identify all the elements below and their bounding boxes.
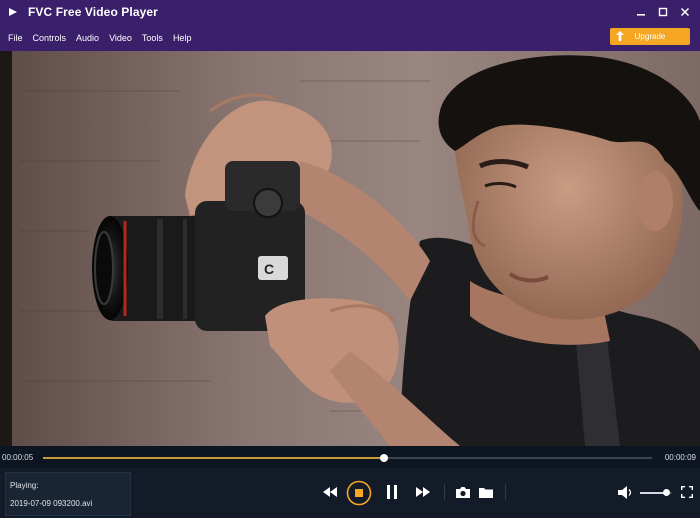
svg-text:C: C [264,261,274,277]
rewind-icon[interactable] [322,484,338,500]
control-bar: Playing: 2019-07-09 093200.avi [0,468,700,518]
upgrade-arrow-icon [616,31,624,43]
fullscreen-icon[interactable] [680,484,694,500]
seek-bar: 00:00:05 00:00:09 [0,446,700,468]
app-logo-icon [6,5,20,19]
total-time: 00:00:09 [664,453,696,462]
menu-file[interactable]: File [6,33,25,43]
maximize-icon[interactable] [652,0,674,24]
playing-label: Playing: [10,481,39,490]
current-time: 00:00:05 [2,453,34,462]
upgrade-label: Upgrade [634,32,666,41]
open-folder-icon[interactable] [477,483,495,501]
menu-controls[interactable]: Controls [31,33,69,43]
fast-forward-icon[interactable] [415,484,431,500]
control-divider [505,484,506,500]
playing-file-name: 2019-07-09 093200.avi [10,499,93,508]
volume-slider[interactable] [640,489,672,496]
upgrade-button[interactable]: Upgrade [610,28,690,45]
window-controls [630,0,696,24]
progress-fill [43,457,385,459]
volume-thumb[interactable] [663,489,671,496]
menu-help[interactable]: Help [171,33,194,43]
control-divider [444,484,445,500]
now-playing-panel: Playing: 2019-07-09 093200.avi [5,472,131,516]
progress-thumb[interactable] [380,454,389,462]
menu-bar: File Controls Audio Video Tools Help Upg… [0,24,700,51]
menu-tools[interactable]: Tools [140,33,165,43]
title-bar: FVC Free Video Player [0,0,700,24]
pause-icon[interactable] [385,483,399,501]
stop-button[interactable] [346,480,372,506]
progress-track[interactable] [43,454,652,462]
app-title: FVC Free Video Player [28,5,158,19]
video-display[interactable]: C [0,51,700,446]
stop-icon [346,480,372,506]
close-icon[interactable] [674,0,696,24]
minimize-icon[interactable] [630,0,652,24]
menu-audio[interactable]: Audio [74,33,101,43]
menu-video[interactable]: Video [107,33,134,43]
video-frame-image: C [0,51,700,446]
snapshot-camera-icon[interactable] [454,483,472,501]
volume-icon[interactable] [617,484,635,500]
